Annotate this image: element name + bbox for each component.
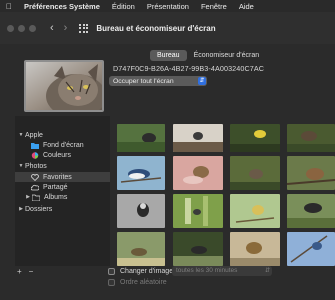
disclosure-right-icon[interactable]: ▶ [17, 206, 25, 212]
interval-value: toutes les 30 minutes [176, 267, 238, 274]
menu-fenetre[interactable]: Fenêtre [201, 2, 227, 11]
select-chevrons-icon: ⇵ [264, 268, 270, 274]
wallpaper-thumbnail[interactable] [173, 194, 223, 228]
sidebar-item-label: Fond d'écran [43, 141, 84, 149]
wallpaper-thumbnail[interactable] [117, 156, 165, 190]
window-controls [7, 24, 36, 32]
sidebar-item-fond-ecran[interactable]: Fond d'écran [31, 140, 84, 150]
menu-app-name[interactable]: Préférences Système [24, 2, 100, 11]
sidebar-item-label: Couleurs [43, 151, 72, 159]
sidebar-item-couleurs[interactable]: Couleurs [31, 150, 71, 160]
sidebar-group-dossiers[interactable]: ▶ Dossiers [17, 204, 52, 214]
wallpaper-thumbnail[interactable] [117, 194, 165, 228]
wallpaper-thumbnail[interactable] [287, 194, 335, 228]
sidebar-group-apple[interactable]: ▼ Apple [17, 130, 43, 140]
current-wallpaper-preview [24, 60, 104, 112]
wallpaper-thumbnail[interactable] [287, 232, 335, 266]
disclosure-down-icon[interactable]: ▼ [17, 163, 25, 169]
sidebar-item-favorites[interactable]: Favorites [31, 172, 72, 182]
cloud-icon [30, 184, 40, 191]
fit-option-select[interactable]: Occuper tout l'écran ⇵ [109, 76, 207, 86]
tab-economiseur[interactable]: Économiseur d'écran [187, 50, 267, 61]
fit-option-value: Occuper tout l'écran [113, 77, 174, 85]
wallpaper-thumbnail[interactable] [287, 156, 335, 190]
color-wheel-icon [31, 151, 39, 159]
menu-aide[interactable]: Aide [239, 2, 254, 11]
wallpaper-thumbnail[interactable] [173, 124, 223, 152]
sidebar-item-label: Favorites [43, 173, 72, 181]
tab-bar: Bureau Économiseur d'écran [150, 50, 266, 61]
sidebar-item-partage[interactable]: Partagé [30, 182, 68, 192]
random-order-checkbox[interactable] [108, 279, 115, 286]
close-window-button[interactable] [7, 24, 14, 32]
tab-bureau[interactable]: Bureau [150, 50, 187, 61]
wallpaper-thumbnail[interactable] [230, 194, 280, 228]
wallpaper-thumbnail[interactable] [117, 232, 165, 266]
select-chevrons-icon: ⇵ [198, 77, 206, 85]
sidebar-group-label: Dossiers [25, 205, 53, 213]
source-sidebar: ▼ Apple Fond d'écran Couleurs ▼ Photos F… [15, 116, 110, 276]
wallpaper-thumbnail[interactable] [230, 124, 280, 152]
disclosure-right-icon[interactable]: ▶ [24, 194, 32, 200]
wallpaper-grid [113, 124, 335, 276]
sidebar-item-label: Albums [44, 193, 68, 201]
title-bar: ‹ › Bureau et économiseur d'écran [0, 12, 335, 44]
wallpaper-thumbnail[interactable] [173, 232, 223, 266]
folder-icon [31, 194, 41, 201]
heart-icon [31, 173, 39, 181]
sidebar-group-photos[interactable]: ▼ Photos [17, 161, 47, 171]
menu-bar:  Préférences Système Édition Présentati… [0, 0, 335, 12]
apple-menu-icon[interactable]:  [6, 2, 12, 11]
zoom-window-button[interactable] [29, 24, 36, 32]
menu-edition[interactable]: Édition [112, 2, 135, 11]
window-title: Bureau et économiseur d'écran [96, 23, 216, 33]
interval-select[interactable]: toutes les 30 minutes ⇵ [172, 266, 272, 276]
sidebar-group-label: Apple [25, 131, 43, 139]
wallpaper-thumbnail[interactable] [117, 124, 165, 152]
sidebar-item-albums[interactable]: ▶ Albums [24, 192, 67, 202]
add-folder-button[interactable]: + [17, 267, 22, 276]
show-all-grid-icon[interactable] [79, 23, 89, 33]
disclosure-down-icon[interactable]: ▼ [17, 132, 25, 138]
bottom-controls: + − Changer d'image : toutes les 30 minu… [0, 266, 335, 288]
add-remove-controls: + − [17, 267, 33, 276]
wallpaper-thumbnail[interactable] [287, 124, 335, 152]
change-image-label: Changer d'image : [120, 268, 177, 275]
sidebar-item-label: Partagé [43, 183, 68, 191]
menu-presentation[interactable]: Présentation [147, 2, 189, 11]
change-image-checkbox[interactable] [108, 268, 115, 275]
wallpaper-thumbnail[interactable] [173, 156, 223, 190]
wallpaper-identifier: D747F0C9-B26A-4B27-99B3-4A003240C7AC [113, 64, 265, 73]
wallpaper-thumbnail[interactable] [230, 232, 280, 266]
minimize-window-button[interactable] [18, 24, 25, 32]
remove-folder-button[interactable]: − [29, 267, 34, 276]
forward-chevron-icon[interactable]: › [64, 22, 68, 34]
back-chevron-icon[interactable]: ‹ [50, 22, 54, 34]
sidebar-group-label: Photos [25, 162, 47, 170]
folder-icon [31, 142, 39, 149]
random-order-label: Ordre aléatoire [120, 279, 167, 286]
wallpaper-thumbnail[interactable] [230, 156, 280, 190]
